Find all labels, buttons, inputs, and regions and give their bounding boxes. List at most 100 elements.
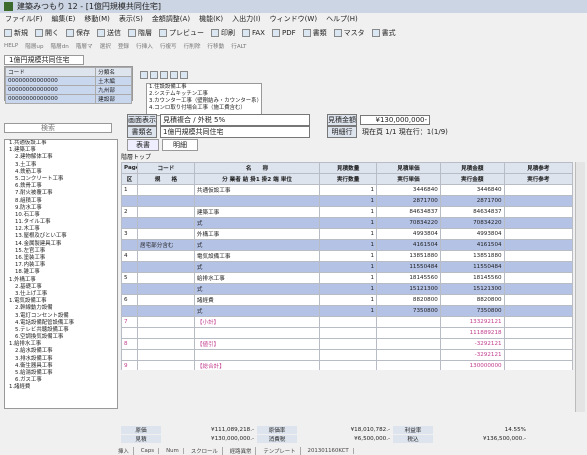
- tree-item[interactable]: 1.諸経費: [5, 384, 117, 391]
- doc-tab[interactable]: 1億円規模共同住宅: [4, 55, 84, 65]
- grid-cell: -3292121: [439, 338, 505, 350]
- toolbar-button[interactable]: 階層マ: [74, 42, 95, 50]
- toolbar-button[interactable]: 階層: [126, 27, 154, 38]
- catalog-item[interactable]: 3.カウンター工事（壁剛結み・カウンター系）: [149, 98, 262, 105]
- toolbar-button[interactable]: 書式: [370, 27, 398, 38]
- menu-item[interactable]: ファイル(F): [2, 14, 46, 24]
- code-row[interactable]: 00000000000000 九州部: [4, 85, 132, 95]
- menu-item[interactable]: ヘルプ(H): [323, 14, 361, 24]
- tree-item[interactable]: 4.電話設備配管設備工事: [5, 320, 117, 327]
- vertical-scrollbar[interactable]: [575, 162, 585, 412]
- tree-item[interactable]: 2.建物解体工事: [5, 154, 117, 161]
- toolbar-button[interactable]: 行挿入: [134, 42, 155, 50]
- toolbar-main: 新規 開く 保存 送信 階層 プレビュー 印刷 FAX PDF 書類 マスタ 書式: [2, 26, 587, 39]
- search-box[interactable]: 検索: [4, 123, 112, 133]
- toolbar-button[interactable]: 行削除: [182, 42, 203, 50]
- toolbar-button[interactable]: FAX: [240, 27, 267, 38]
- menu-item[interactable]: 入出力(I): [229, 14, 264, 24]
- tree-item[interactable]: 1.外構工事: [5, 277, 117, 284]
- menu-item[interactable]: 表示(S): [116, 14, 146, 24]
- toolbar-button[interactable]: 保存: [64, 27, 92, 38]
- table-row[interactable]: 式 1 15121300 15121300: [121, 283, 573, 295]
- toolbar-button[interactable]: 階層up: [23, 42, 45, 50]
- tree-item[interactable]: 10.石工事: [5, 212, 117, 219]
- toolbar-button[interactable]: 送信: [95, 27, 123, 38]
- toolbar-button[interactable]: HELP: [2, 43, 20, 49]
- grid-cell: [121, 217, 138, 229]
- table-row[interactable]: 居宅部分含む式 1 4161504 4161504: [121, 239, 573, 251]
- tree-item[interactable]: 14.金属製建具工事: [5, 241, 117, 248]
- tab-detail[interactable]: 明細: [162, 138, 198, 151]
- paste-icon[interactable]: [170, 71, 178, 79]
- grid-cell: 15121300: [376, 283, 441, 295]
- tree-item[interactable]: 4.衛生器具工事: [5, 363, 117, 370]
- grid-cell: [319, 338, 378, 350]
- grid-cell: 1: [319, 206, 378, 218]
- table-row[interactable]: 式 1 11550484 11550484: [121, 261, 573, 273]
- code-row[interactable]: 00000000000000 土木編: [4, 76, 132, 86]
- toolbar-button[interactable]: 行ALT: [229, 42, 248, 50]
- tree-item[interactable]: 13.屋根及びとい工事: [5, 233, 117, 240]
- table-row[interactable]: 式 1 7350800 7350800: [121, 305, 573, 317]
- toolbar-icon: [66, 28, 74, 37]
- tree-item[interactable]: 2.基礎工事: [5, 284, 117, 291]
- toolbar-button[interactable]: 開く: [33, 27, 61, 38]
- table-row[interactable]: -3292121: [121, 349, 573, 361]
- menu-item[interactable]: 金額調整(A): [149, 14, 193, 24]
- toolbar-button[interactable]: 行複写: [158, 42, 179, 50]
- catalog-item[interactable]: 1.住設設備工事: [149, 84, 261, 91]
- table-row[interactable]: 2 建築工事 1 84634837 84634837: [121, 206, 573, 218]
- doc-tab-label: 1億円規模共同住宅: [9, 56, 70, 64]
- tree-item[interactable]: 2.幹線動力設備: [5, 305, 117, 312]
- toolbar-button[interactable]: プレビュー: [157, 27, 206, 38]
- tree-item[interactable]: 3.土工事: [5, 162, 117, 169]
- code-row[interactable]: 00000000000000 建設部: [4, 94, 132, 104]
- table-row[interactable]: 4 電気設備工事 1 13851880 13851880: [121, 250, 573, 262]
- menu-item[interactable]: 移動(M): [81, 14, 113, 24]
- table-row[interactable]: 6 諸経費 1 8820800 8820800: [121, 294, 573, 306]
- menu-item[interactable]: 機能(K): [196, 14, 226, 24]
- tree-item[interactable]: 3.電灯コンセント設備: [5, 313, 117, 320]
- tree-item[interactable]: 8.組積工事: [5, 198, 117, 205]
- table-row[interactable]: 8 【値引】 -3292121: [121, 338, 573, 350]
- code-panel: コード 分類名 00000000000000 土木編 00000000000000 九州部…: [4, 66, 133, 104]
- menu-item[interactable]: ウィンドウ(W): [267, 14, 320, 24]
- table-row[interactable]: 5 給排水工事 1 18145560 18145560: [121, 272, 573, 284]
- toolbar-button[interactable]: PDF: [270, 27, 298, 38]
- toolbar-button[interactable]: 選択: [98, 42, 113, 50]
- toolbar-button[interactable]: 階層dn: [49, 42, 71, 50]
- doc-icon[interactable]: [150, 71, 158, 79]
- toolbar-button[interactable]: 新規: [2, 27, 30, 38]
- tab-cover[interactable]: 表書: [127, 138, 159, 151]
- table-row[interactable]: 式 1 70834220 70834220: [121, 217, 573, 229]
- table-row[interactable]: 7 【小計】 133292121: [121, 316, 573, 328]
- table-row[interactable]: 3 外構工事 1 4993804 4993804: [121, 228, 573, 240]
- tree-item[interactable]: 9.防水工事: [5, 205, 117, 212]
- tree-item[interactable]: 15.左官工事: [5, 248, 117, 255]
- toolbar-button[interactable]: 行移動: [205, 42, 226, 50]
- menu-item[interactable]: 編集(E): [49, 14, 79, 24]
- toolbar-button[interactable]: 登録: [116, 42, 131, 50]
- grid-cell: 【総合計】: [193, 360, 321, 370]
- tree-item[interactable]: 18.雑工事: [5, 269, 117, 276]
- grid-cell: 1: [319, 272, 378, 284]
- table-row[interactable]: 1 2871700 2871700: [121, 195, 573, 207]
- catalog-item[interactable]: 4.コンロ取り付場合工事（施工費含む）: [149, 105, 261, 112]
- folder-icon[interactable]: [140, 71, 148, 79]
- table-row[interactable]: 9 【総合計】 130000000: [121, 360, 573, 370]
- toolbar-button[interactable]: 印刷: [209, 27, 237, 38]
- tree-item[interactable]: 4.鉄筋工事: [5, 169, 117, 176]
- table-row[interactable]: 111889218: [121, 327, 573, 339]
- tree-item[interactable]: 3.排水設備工事: [5, 356, 117, 363]
- tree-item[interactable]: 5.テレビ共聴設備工事: [5, 327, 117, 334]
- grid-cell: [319, 327, 378, 339]
- toolbar-label: 書式: [381, 28, 396, 37]
- copy-icon[interactable]: [160, 71, 168, 79]
- tree-item[interactable]: 2.給水設備工事: [5, 348, 117, 355]
- tree-item[interactable]: 7.耐火被覆工事: [5, 190, 117, 197]
- toolbar-button[interactable]: マスタ: [332, 27, 367, 38]
- catalog-item[interactable]: 2.システムキッチン工事: [149, 91, 261, 98]
- toolbar-button[interactable]: 書類: [301, 27, 329, 38]
- table-row[interactable]: 1 共通仮設工事 1 3446840 3446840: [121, 184, 573, 196]
- filter-icon[interactable]: [180, 71, 188, 79]
